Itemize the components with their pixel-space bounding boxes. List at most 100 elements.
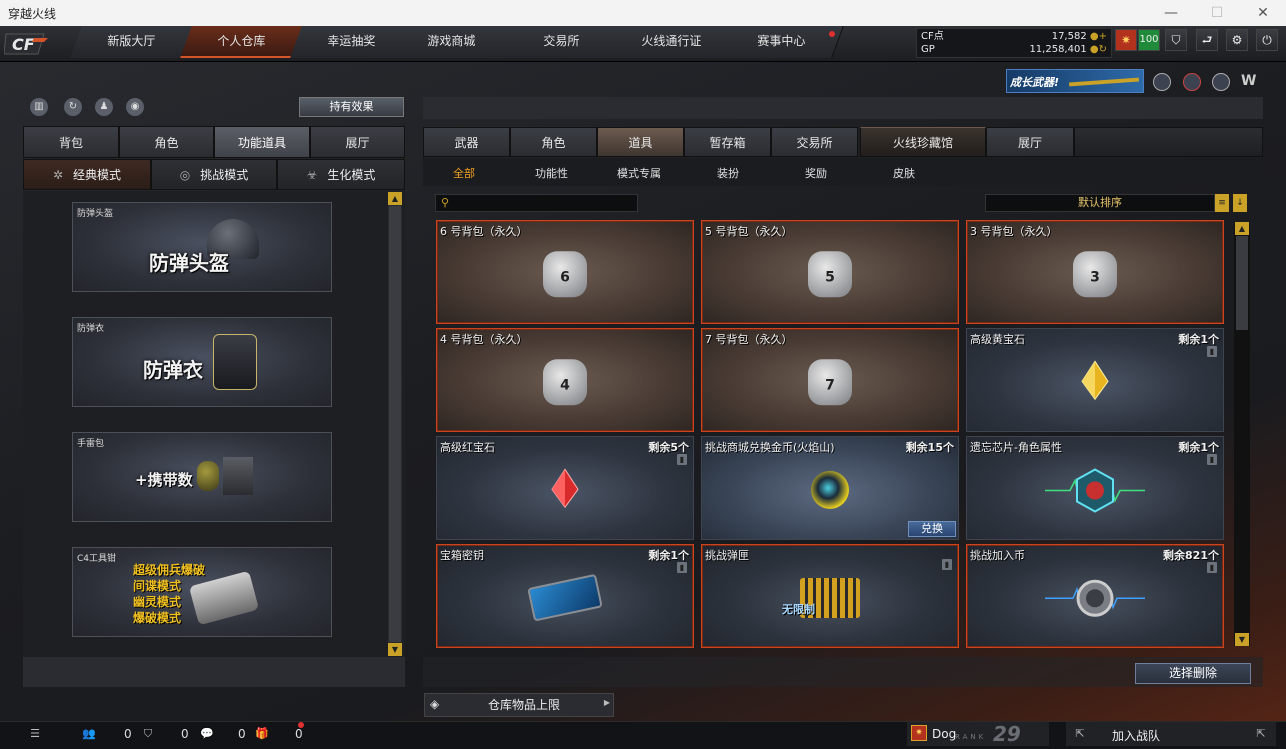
nav-tab-events[interactable]: 赛事中心	[720, 26, 844, 58]
join-clan-label[interactable]: 加入战队	[1112, 727, 1160, 744]
item-card[interactable]: 7 号背包（永久） 7	[701, 328, 959, 432]
item-card[interactable]: 高级红宝石 剩余5个 ▮	[436, 436, 694, 540]
friends-count: 0	[124, 727, 132, 741]
item-card[interactable]: 宝箱密钥 剩余1个 ▮	[436, 544, 694, 648]
item-card-vest[interactable]: 防弹衣 防弹衣	[72, 317, 332, 407]
subtab-skins[interactable]: 皮肤	[893, 165, 915, 181]
trash-icon[interactable]: ▮	[677, 562, 687, 573]
nav-tab-exchange[interactable]: 交易所	[500, 26, 624, 58]
yellow-gem-icon	[1081, 360, 1109, 401]
badge-icon-2[interactable]	[1183, 73, 1201, 91]
tab-function-items[interactable]: 功能道具	[214, 126, 310, 158]
nav-tab-pass[interactable]: 火线通行证	[610, 26, 734, 58]
effect-button[interactable]: 持有效果	[299, 97, 404, 117]
scroll-up-icon[interactable]: ▲	[1235, 222, 1249, 235]
tab-showroom[interactable]: 展厅	[310, 126, 405, 158]
tab-characters[interactable]: 角色	[510, 127, 597, 157]
tab-collection[interactable]: 火线珍藏馆	[860, 127, 986, 157]
scroll-up-icon[interactable]: ▲	[388, 192, 402, 205]
guard-icon[interactable]: ⛉	[141, 727, 155, 741]
mode-tab-zombie[interactable]: ☣ 生化模式	[277, 159, 405, 190]
tab-weapons[interactable]: 武器	[423, 127, 510, 157]
item-card-grenade[interactable]: 手雷包 +携带数	[72, 432, 332, 522]
subtab-rewards[interactable]: 奖励	[805, 165, 827, 181]
subtab-decor[interactable]: 装扮	[717, 165, 739, 181]
stack-icon: ◈	[430, 697, 440, 711]
minimize-icon[interactable]: —	[1148, 0, 1194, 26]
tab-storage[interactable]: 暂存箱	[684, 127, 771, 157]
nav-tab-shop[interactable]: 游戏商城	[390, 26, 514, 58]
subtab-functional[interactable]: 功能性	[535, 165, 568, 181]
item-card[interactable]: 5 号背包（永久） 5	[701, 220, 959, 324]
sort-dropdown[interactable]: 默认排序	[985, 194, 1215, 212]
rank-emblem-icon[interactable]: ✷	[1115, 29, 1137, 51]
search-input[interactable]: ⚲	[435, 194, 638, 212]
settings-icon[interactable]: ⚙	[1226, 29, 1248, 51]
tab-trade[interactable]: 交易所	[771, 127, 858, 157]
item-card-helmet[interactable]: 防弹头盔 防弹头盔	[72, 202, 332, 292]
mouse-icon[interactable]: ◉	[126, 98, 144, 116]
item-card[interactable]: 4 号背包（永久） 4	[436, 328, 694, 432]
nav-tab-lobby[interactable]: 新版大厅	[70, 26, 194, 58]
scroll-down-icon[interactable]: ▼	[388, 643, 402, 656]
exchange-button[interactable]: 兑换	[908, 521, 956, 537]
mode-tab-challenge[interactable]: ◎ 挑战模式	[151, 159, 277, 190]
mode-tab-classic[interactable]: ✲ 经典模式	[23, 159, 151, 190]
gift-icon[interactable]: 🎁	[255, 727, 269, 741]
level-badge[interactable]: 100	[1138, 29, 1160, 51]
capacity-bar[interactable]: ◈ 仓库物品上限 ▶	[424, 693, 614, 717]
left-scrollbar[interactable]: ▲ ▼	[388, 192, 402, 656]
return-icon[interactable]: ⮐	[1196, 29, 1218, 51]
friends-icon[interactable]: 👥	[82, 727, 96, 741]
subtab-mode-exclusive[interactable]: 模式专属	[617, 165, 661, 181]
item-card-c4-pliers[interactable]: C4工具钳 超级佣兵爆破 间谍模式 幽灵模式 爆破模式	[72, 547, 332, 637]
item-card[interactable]: 挑战弹匣 ▮ 无限制	[701, 544, 959, 648]
list-view-icon[interactable]: ≡	[1215, 194, 1229, 212]
trash-icon[interactable]: ▮	[1207, 454, 1217, 465]
select-delete-button[interactable]: 选择删除	[1135, 663, 1251, 684]
bag-3-icon: 3	[1073, 251, 1117, 298]
badge-icon-3[interactable]	[1212, 73, 1230, 91]
external-link-icon[interactable]: ⇱	[1073, 727, 1087, 741]
trash-icon[interactable]: ▮	[677, 454, 687, 465]
tab-character[interactable]: 角色	[119, 126, 214, 158]
nav-tab-warehouse[interactable]: 个人仓库	[180, 26, 304, 58]
cycle-icon[interactable]: ↻	[64, 98, 82, 116]
maximize-icon[interactable]: ☐	[1194, 0, 1240, 26]
close-icon[interactable]: ✕	[1240, 0, 1286, 26]
stats-icon[interactable]: ▥	[30, 98, 48, 116]
guard-count: 0	[181, 727, 189, 741]
item-card[interactable]: 6 号背包（永久） 6	[436, 220, 694, 324]
item-card[interactable]: 遗忘芯片-角色属性 剩余1个 ▮	[966, 436, 1224, 540]
shield-icon[interactable]: ⛉	[1165, 29, 1187, 51]
trash-icon[interactable]: ▮	[1207, 346, 1217, 357]
trash-icon[interactable]: ▮	[942, 559, 952, 570]
menu-icon[interactable]: ☰	[28, 727, 42, 741]
item-card[interactable]: 3 号背包（永久） 3	[966, 220, 1224, 324]
external-link-icon-2[interactable]: ⇱	[1254, 727, 1268, 741]
tab-showroom-right[interactable]: 展厅	[986, 127, 1074, 157]
character-icon[interactable]: ♟	[95, 98, 113, 116]
item-card[interactable]: 挑战商城兑换金币(火焰山) 剩余15个 兑换	[701, 436, 959, 540]
item-remain: 剩余15个	[905, 441, 954, 454]
cf-add-icon[interactable]: ●+	[1090, 31, 1107, 42]
join-clan-box[interactable]	[1066, 722, 1276, 746]
chat-icon[interactable]: 💬	[200, 727, 214, 741]
trash-icon[interactable]: ▮	[1207, 562, 1217, 573]
tab-items[interactable]: 道具	[597, 127, 684, 157]
badge-icon-4[interactable]: W	[1241, 73, 1259, 91]
scroll-thumb[interactable]	[1236, 236, 1248, 330]
item-scrollbar[interactable]: ▲ ▼	[1234, 222, 1250, 646]
power-icon[interactable]: ⏻	[1256, 29, 1278, 51]
scroll-thumb[interactable]	[389, 206, 401, 642]
badge-icon-1[interactable]	[1153, 73, 1171, 91]
gp-refresh-icon[interactable]: ●↻	[1090, 44, 1107, 55]
scroll-down-icon[interactable]: ▼	[1235, 633, 1249, 646]
item-card[interactable]: 高级黄宝石 剩余1个 ▮	[966, 328, 1224, 432]
growth-weapon-banner[interactable]: 成长武器!	[1006, 69, 1144, 93]
chip-icon	[1045, 468, 1145, 513]
subtab-all[interactable]: 全部	[453, 165, 475, 181]
item-card[interactable]: 挑战加入币 剩余821个 ▮	[966, 544, 1224, 648]
tab-backpack[interactable]: 背包	[23, 126, 119, 158]
sort-order-icon[interactable]: ↓	[1233, 194, 1247, 212]
